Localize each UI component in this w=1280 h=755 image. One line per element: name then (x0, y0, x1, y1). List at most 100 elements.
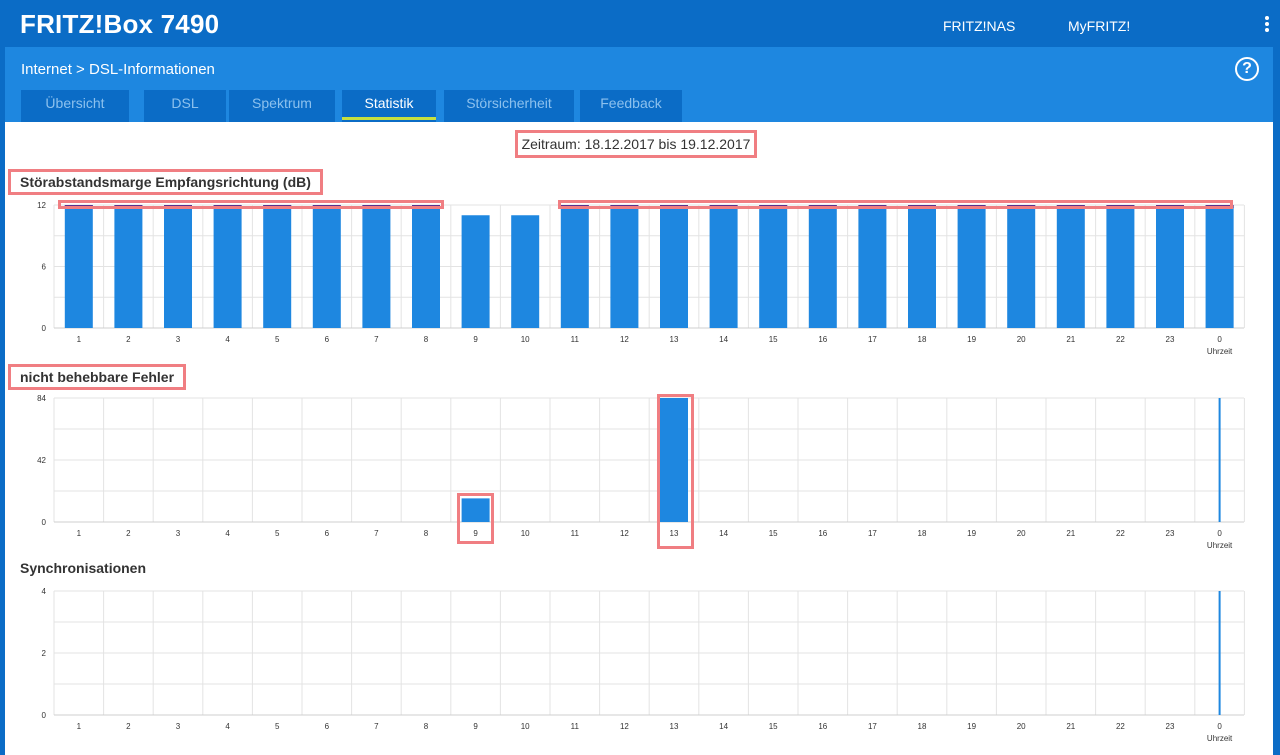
chart2-y-tick-label: 42 (37, 456, 46, 465)
menu-dots-icon[interactable] (1262, 16, 1272, 34)
chart1-y-tick-label: 0 (42, 324, 47, 333)
chart1-x-tick-label: 2 (126, 335, 131, 344)
chart3-x-tick-label: 0 (1217, 722, 1222, 731)
tab-feedback[interactable]: Feedback (580, 90, 682, 122)
chart1-x-tick-label: 15 (769, 335, 778, 344)
chart1-y-tick-label: 6 (42, 263, 47, 272)
chart2-x-tick-label: 19 (967, 529, 976, 538)
chart2-x-tick-label: 0 (1217, 529, 1222, 538)
chart1-x-tick-label: 0 (1217, 335, 1222, 344)
chart1-bar (263, 205, 292, 328)
chart1-x-tick-label: 21 (1066, 335, 1075, 344)
breadcrumb-internet[interactable]: Internet (21, 61, 72, 78)
chart3-x-tick-label: 8 (424, 722, 429, 731)
tab-dsl[interactable]: DSL (144, 90, 226, 122)
chart3-x-tick-label: 19 (967, 722, 976, 731)
chart1-bar (1056, 205, 1085, 328)
chart1-x-tick-label: 20 (1017, 335, 1026, 344)
chart1-bar (64, 205, 93, 328)
tab-statistik[interactable]: Statistik (342, 90, 436, 122)
chart1-bar (511, 215, 540, 328)
chart3-x-axis-label: Uhrzeit (1207, 734, 1233, 743)
chart2-title: nicht behebbare Fehler (8, 364, 187, 390)
errors-highlight-9 (457, 493, 494, 544)
chart2-x-tick-label: 1 (77, 529, 82, 538)
chart2-x-tick-label: 18 (918, 529, 927, 538)
chart3-x-tick-label: 17 (868, 722, 877, 731)
chart2-x-tick-label: 3 (176, 529, 181, 538)
chart1-bar (1156, 205, 1184, 328)
chart1-x-tick-label: 5 (275, 335, 280, 344)
chart3-x-tick-label: 11 (571, 722, 580, 731)
chart1-x-tick-label: 18 (918, 335, 927, 344)
period-label: Zeitraum: 18.12.2017 bis 19.12.2017 (515, 130, 757, 158)
chart1-x-tick-label: 17 (868, 335, 877, 344)
chart3-x-tick-label: 21 (1066, 722, 1075, 731)
tab-spektrum[interactable]: Spektrum (229, 90, 335, 122)
chart1-bar (1106, 205, 1135, 328)
breadcrumb-separator: > (76, 61, 85, 78)
chart1-bar (808, 205, 837, 328)
chart1-bar (560, 205, 589, 328)
chart2-x-tick-label: 4 (225, 529, 230, 538)
chart3-x-tick-label: 1 (77, 722, 82, 731)
chart1-x-tick-label: 11 (571, 335, 580, 344)
chart1-x-tick-label: 6 (325, 335, 330, 344)
chart2-x-tick-label: 21 (1066, 529, 1075, 538)
chart1-x-tick-label: 4 (225, 335, 230, 344)
errors-chart: 042841 2 3 4 5 6 7 8 9 10 11 12 13 14 15 16 17 18 19 20 21 22… (37, 394, 1245, 550)
chart1-bar (213, 205, 242, 328)
chart2-x-tick-label: 2 (126, 529, 131, 538)
chart1-x-tick-label: 3 (176, 335, 181, 344)
chart3-y-tick-label: 0 (42, 711, 47, 720)
tab-stoersicherheit[interactable]: Störsicherheit (444, 90, 574, 122)
chart1-x-axis-label: Uhrzeit (1207, 347, 1233, 356)
chart3-y-tick-label: 4 (42, 587, 47, 596)
chart1-bar (164, 205, 192, 328)
chart1-bar (362, 205, 391, 328)
chart1-bar (858, 205, 887, 328)
chart3-x-tick-label: 7 (374, 722, 379, 731)
chart3-x-tick-label: 20 (1017, 722, 1026, 731)
brand-logo[interactable]: FRITZ!Box 7490 (20, 9, 219, 40)
sync-chart: 0241 2 3 4 5 6 7 8 9 10 11 12 13 14 15 16 17 18 19 20 21 22 23… (42, 587, 1245, 743)
chart2-x-tick-label: 14 (719, 529, 728, 538)
chart2-x-tick-label: 15 (769, 529, 778, 538)
breadcrumb-current: DSL-Informationen (88, 61, 215, 78)
chart1-x-tick-label: 7 (374, 335, 379, 344)
chart1-bar (1007, 205, 1036, 328)
fritz-nas-link[interactable]: FRITZ!NAS (943, 18, 1015, 34)
chart3-x-tick-label: 9 (473, 722, 478, 731)
chart3-x-tick-label: 15 (769, 722, 778, 731)
chart1-bar (957, 205, 986, 328)
chart3-x-tick-label: 23 (1166, 722, 1175, 731)
chart1-bar (908, 205, 936, 328)
chart2-y-tick-label: 84 (37, 394, 46, 403)
chart2-x-tick-label: 17 (868, 529, 877, 538)
chart2-x-tick-label: 12 (620, 529, 629, 538)
chart1-y-tick-label: 12 (37, 201, 46, 210)
help-icon[interactable]: ? (1235, 57, 1259, 81)
chart3-x-tick-label: 13 (670, 722, 679, 731)
chart3-x-tick-label: 6 (325, 722, 330, 731)
chart1-title: Störabstandsmarge Empfangsrichtung (dB) (8, 169, 323, 195)
breadcrumb: Internet > DSL-Informationen (21, 61, 215, 78)
chart1-x-tick-label: 10 (521, 335, 530, 344)
chart3-x-tick-label: 2 (126, 722, 131, 731)
chart3-x-tick-label: 22 (1116, 722, 1125, 731)
chart1-x-tick-label: 8 (424, 335, 429, 344)
myfritz-link[interactable]: MyFRITZ! (1068, 18, 1130, 34)
chart1-bar (114, 205, 143, 328)
tab-uebersicht[interactable]: Übersicht (21, 90, 129, 122)
chart3-x-tick-label: 18 (918, 722, 927, 731)
chart1-bar (709, 205, 738, 328)
snr-highlight-right (558, 200, 1233, 209)
chart1-x-tick-label: 9 (473, 335, 478, 344)
chart1-bar (461, 215, 490, 328)
chart3-x-tick-label: 4 (225, 722, 230, 731)
chart2-x-tick-label: 16 (818, 529, 827, 538)
chart2-x-tick-label: 20 (1017, 529, 1026, 538)
chart1-bar (759, 205, 788, 328)
chart3-x-tick-label: 14 (719, 722, 728, 731)
chart1-x-tick-label: 1 (77, 335, 82, 344)
